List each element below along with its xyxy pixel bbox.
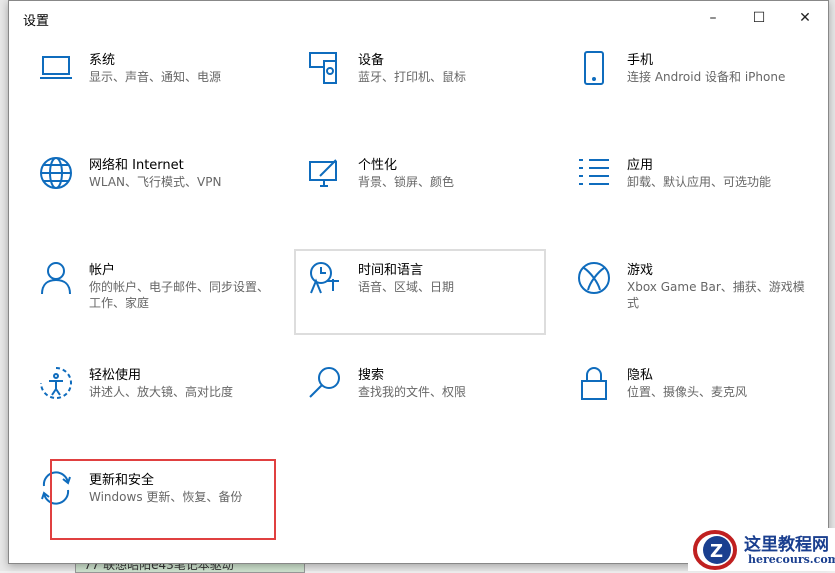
settings-item-name: 帐户: [89, 263, 116, 278]
settings-item-name: 设备: [358, 53, 385, 68]
settings-item[interactable]: 游戏 Xbox Game Bar、捕获、游戏模式: [577, 261, 827, 345]
settings-item-name: 系统: [89, 53, 116, 68]
settings-item-name: 时间和语言: [358, 263, 424, 278]
laptop-icon: [39, 51, 73, 85]
settings-item-desc: 卸载、默认应用、可选功能: [627, 175, 772, 189]
settings-item[interactable]: 时间和语言 语音、区域、日期: [308, 261, 558, 345]
search-icon: [308, 366, 342, 400]
globe-icon: [39, 156, 73, 190]
apps-icon: [577, 156, 611, 190]
minimize-button[interactable]: –: [690, 5, 736, 31]
window-title: 设置: [23, 14, 50, 29]
settings-item-desc: 你的帐户、电子邮件、同步设置、工作、家庭: [89, 280, 270, 310]
settings-item-desc: WLAN、飞行模式、VPN: [89, 175, 222, 189]
settings-item-name: 搜索: [358, 368, 385, 383]
settings-item[interactable]: 系统 显示、声音、通知、电源: [39, 51, 289, 135]
watermark-title: 这里教程网: [744, 535, 829, 555]
settings-item-desc: 背景、锁屏、颜色: [358, 175, 455, 189]
settings-item-name: 手机: [627, 53, 654, 68]
xbox-icon: [577, 261, 611, 295]
settings-item-desc: 连接 Android 设备和 iPhone: [627, 70, 786, 84]
settings-item[interactable]: 搜索 查找我的文件、权限: [308, 366, 558, 450]
settings-item[interactable]: 个性化 背景、锁屏、颜色: [308, 156, 558, 240]
lock-icon: [577, 366, 611, 400]
settings-item[interactable]: 设备 蓝牙、打印机、鼠标: [308, 51, 558, 135]
watermark-url: herecours.com: [748, 553, 835, 566]
maximize-button[interactable]: ☐: [736, 5, 782, 31]
devices-icon: [308, 51, 342, 85]
ease-of-access-icon: [39, 366, 73, 400]
phone-icon: [577, 51, 611, 85]
highlight-box: [50, 459, 276, 540]
settings-item-desc: Xbox Game Bar、捕获、游戏模式: [627, 280, 805, 310]
svg-text:Z: Z: [710, 541, 723, 562]
settings-item[interactable]: 隐私 位置、摄像头、麦克风: [577, 366, 827, 450]
settings-item-desc: 讲述人、放大镜、高对比度: [89, 385, 234, 399]
settings-item-name: 轻松使用: [89, 368, 142, 383]
settings-item[interactable]: 轻松使用 讲述人、放大镜、高对比度: [39, 366, 289, 450]
settings-window: 设置 – ☐ ✕ 系统 显示、声音、通知、电源 设备 蓝牙、打印机、鼠标 手机 …: [8, 0, 829, 564]
close-button[interactable]: ✕: [782, 5, 828, 31]
time-language-icon: [308, 261, 342, 295]
settings-item[interactable]: 帐户 你的帐户、电子邮件、同步设置、工作、家庭: [39, 261, 289, 345]
settings-item-name: 网络和 Internet: [89, 158, 184, 173]
person-icon: [39, 261, 73, 295]
settings-item-desc: 蓝牙、打印机、鼠标: [358, 70, 467, 84]
settings-item-desc: 查找我的文件、权限: [358, 385, 467, 399]
personalization-icon: [308, 156, 342, 190]
settings-item-name: 应用: [627, 158, 654, 173]
settings-item-desc: 位置、摄像头、麦克风: [627, 385, 748, 399]
settings-item-name: 个性化: [358, 158, 398, 173]
settings-item-desc: 语音、区域、日期: [358, 280, 455, 294]
settings-item-name: 隐私: [627, 368, 654, 383]
settings-item[interactable]: 网络和 Internet WLAN、飞行模式、VPN: [39, 156, 289, 240]
watermark-logo: Z 这里教程网 herecours.com: [688, 528, 835, 571]
settings-item[interactable]: 应用 卸载、默认应用、可选功能: [577, 156, 827, 240]
settings-item-desc: 显示、声音、通知、电源: [89, 70, 222, 84]
settings-item-name: 游戏: [627, 263, 654, 278]
settings-item[interactable]: 手机 连接 Android 设备和 iPhone: [577, 51, 827, 135]
